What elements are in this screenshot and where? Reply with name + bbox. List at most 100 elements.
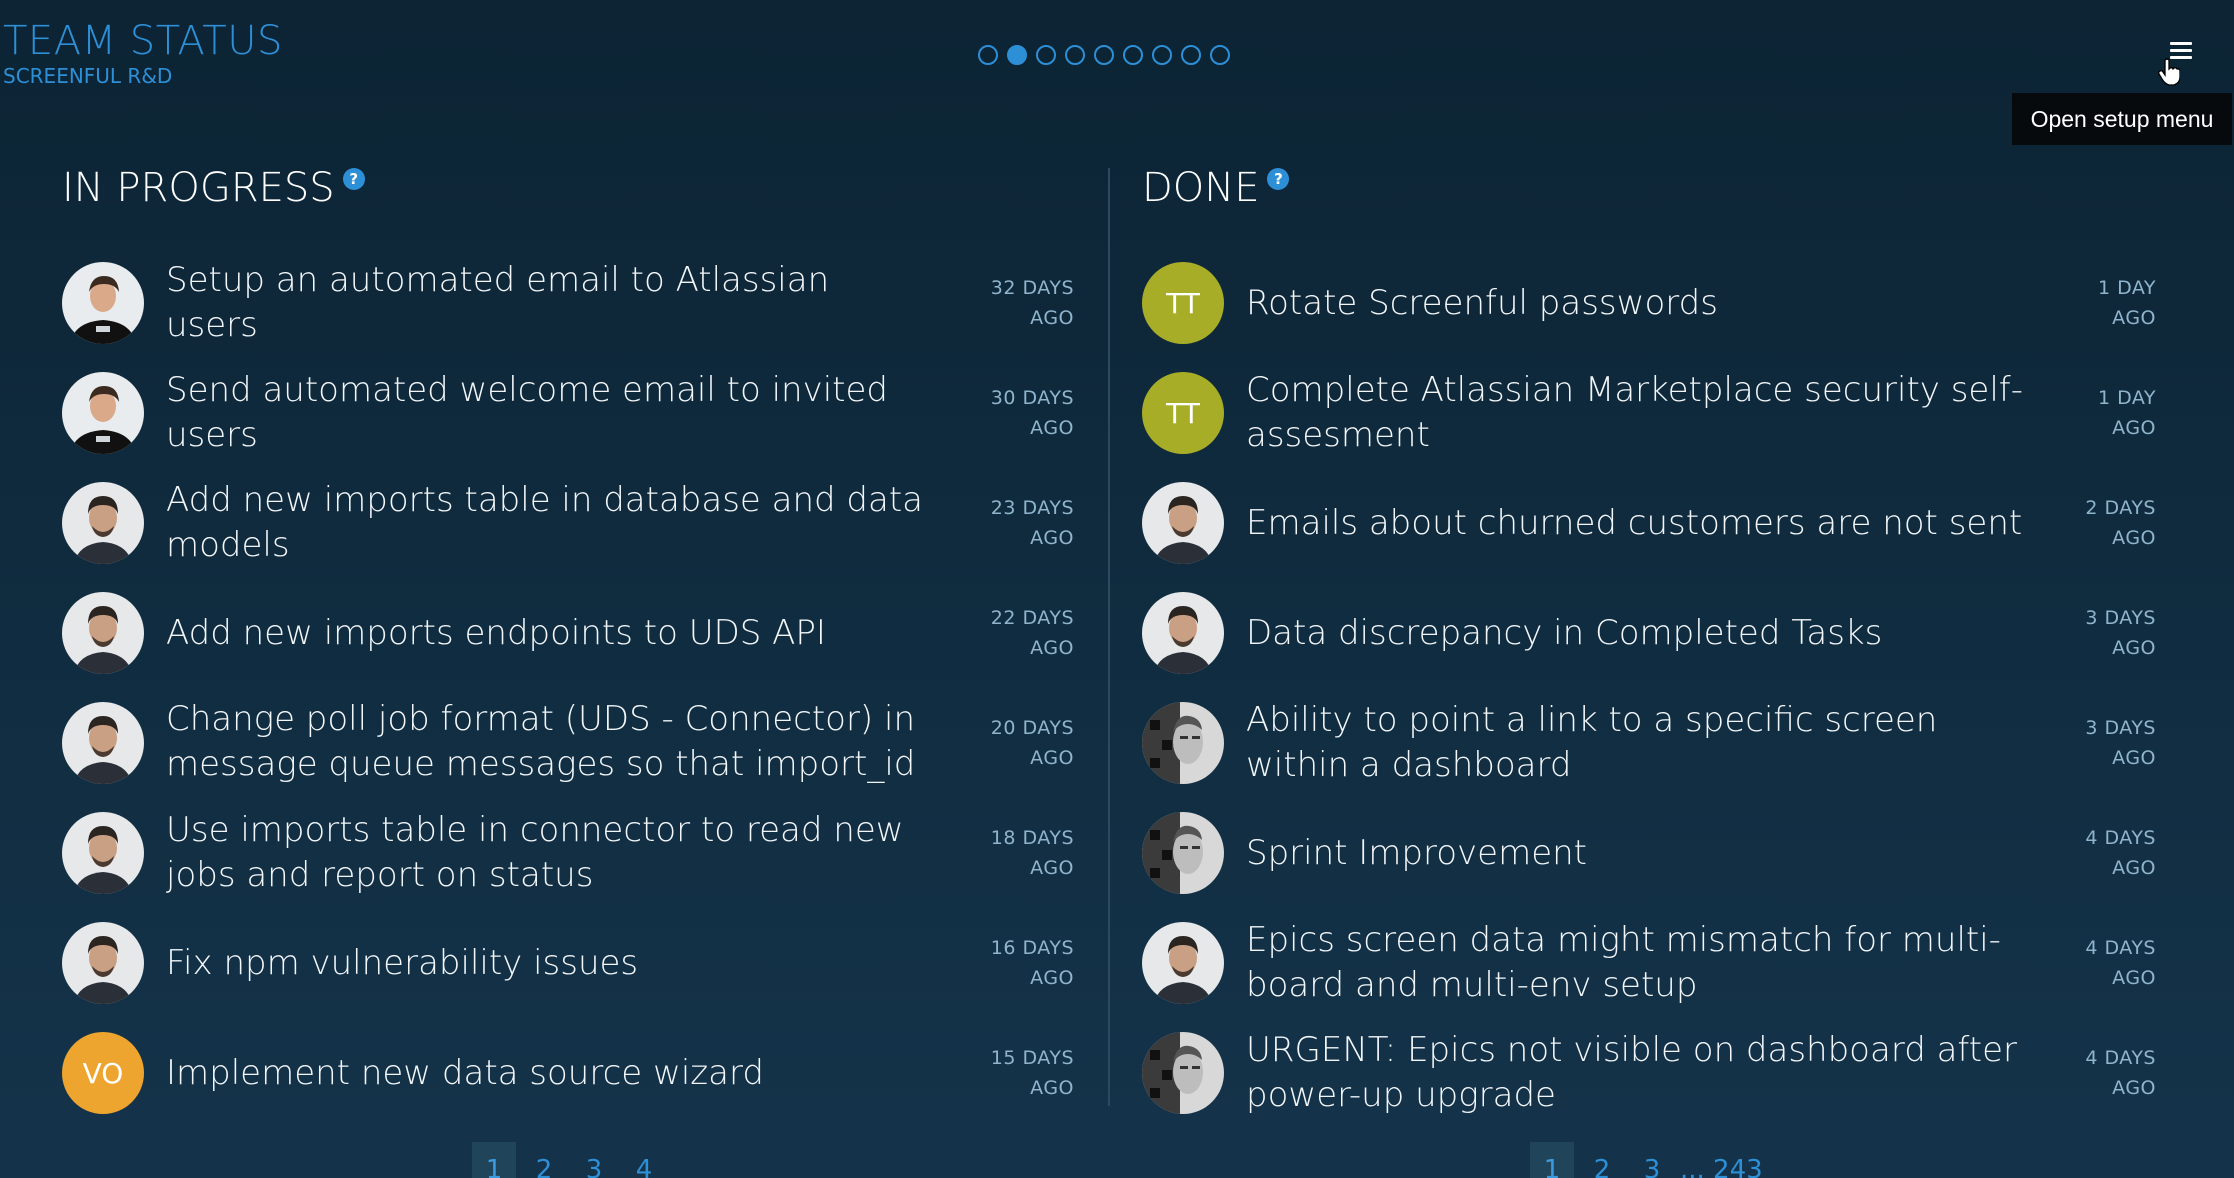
pager-dot[interactable] (1210, 45, 1230, 65)
task-title: Epics screen data might mismatch for mul… (1246, 920, 2001, 1005)
task-age: 2 DAYS AGO (2085, 497, 2156, 549)
pager-dot[interactable] (1007, 45, 1027, 65)
task-row[interactable]: Setup an automated email to Atlassian us… (62, 248, 1074, 358)
page-title: TEAM STATUS (3, 18, 283, 64)
task-age: 20 DAYS AGO (990, 717, 1074, 769)
in-progress-column: IN PROGRESS ? Setup an automated email t… (62, 160, 1074, 1128)
avatar (1142, 1032, 1224, 1114)
avatar (1142, 922, 1224, 1004)
task-age: 4 DAYS AGO (2085, 827, 2156, 879)
task-row[interactable]: Use imports table in connector to read n… (62, 798, 1074, 908)
screen-pager-dots (978, 45, 1230, 65)
task-age: 1 DAY AGO (2097, 387, 2156, 439)
task-age: 15 DAYS AGO (990, 1047, 1074, 1099)
task-row[interactable]: TT Rotate Screenful passwords 1 DAY AGO (1142, 248, 2156, 358)
in-progress-title: IN PROGRESS (62, 165, 335, 211)
page-link[interactable]: 2 (522, 1142, 566, 1178)
setup-menu-tooltip: Open setup menu (2012, 93, 2232, 145)
task-row[interactable]: Data discrepancy in Completed Tasks 3 DAY… (1142, 578, 2156, 688)
in-progress-pagination: 1234 (472, 1142, 666, 1178)
task-title: Use imports table in connector to read n… (166, 810, 904, 895)
pager-dot[interactable] (1123, 45, 1143, 65)
done-title: DONE (1142, 165, 1260, 211)
task-row[interactable]: TT Complete Atlassian Marketplace securit… (1142, 358, 2156, 468)
hand-cursor-icon (2158, 58, 2180, 86)
avatar: VO (62, 1032, 144, 1114)
task-age: 18 DAYS AGO (990, 827, 1074, 879)
task-row[interactable]: Add new imports table in database and da… (62, 468, 1074, 578)
task-title: Setup an automated email to Atlassian us… (166, 260, 830, 345)
task-row[interactable]: Ability to point a link to a specific sc… (1142, 688, 2156, 798)
avatar (62, 812, 144, 894)
done-list: TT Rotate Screenful passwords 1 DAY AGO TT Co… (1142, 248, 2156, 1128)
task-row[interactable]: Sprint Improvement 4 DAYS AGO (1142, 798, 2156, 908)
team-status-dashboard: TEAM STATUS SCREENFUL R&D Open setup men… (0, 0, 2234, 1178)
task-title: Send automated welcome email to invited … (166, 370, 888, 455)
pager-dot[interactable] (1152, 45, 1172, 65)
in-progress-heading: IN PROGRESS ? (62, 160, 1074, 216)
task-row[interactable]: Send automated welcome email to invited … (62, 358, 1074, 468)
task-title: Implement new data source wizard (166, 1052, 764, 1093)
avatar (1142, 702, 1224, 784)
page-link[interactable]: 1 (472, 1142, 516, 1178)
page-link[interactable]: 2 (1580, 1142, 1624, 1178)
pager-dot[interactable] (1094, 45, 1114, 65)
pager-dot[interactable] (978, 45, 998, 65)
help-icon[interactable]: ? (1267, 168, 1290, 190)
pager-dot[interactable] (1065, 45, 1085, 65)
pager-dot[interactable] (1036, 45, 1056, 65)
avatar (62, 482, 144, 564)
task-title: Fix npm vulnerability issues (166, 942, 639, 983)
avatar: TT (1142, 372, 1224, 454)
task-title: Sprint Improvement (1246, 832, 1587, 873)
avatar (1142, 592, 1224, 674)
task-age: 4 DAYS AGO (2085, 1047, 2156, 1099)
avatar (62, 592, 144, 674)
help-icon[interactable]: ? (342, 168, 365, 190)
avatar: TT (1142, 262, 1224, 344)
avatar (62, 372, 144, 454)
page-link[interactable]: 3 (1630, 1142, 1674, 1178)
avatar (62, 702, 144, 784)
task-row[interactable]: Fix npm vulnerability issues 16 DAYS AGO (62, 908, 1074, 1018)
task-title: Data discrepancy in Completed Tasks (1246, 612, 1883, 653)
task-age: 1 DAY AGO (2097, 277, 2156, 329)
pager-dot[interactable] (1181, 45, 1201, 65)
task-row[interactable]: VO Implement new data source wizard 15 DAY… (62, 1018, 1074, 1128)
done-heading: DONE ? (1142, 160, 2156, 216)
task-title: Complete Atlassian Marketplace security … (1246, 370, 2024, 455)
task-row[interactable]: Change poll job format (UDS - Connector)… (62, 688, 1074, 798)
in-progress-list: Setup an automated email to Atlassian us… (62, 248, 1074, 1128)
task-row[interactable]: URGENT: Epics not visible on dashboard a… (1142, 1018, 2156, 1128)
task-title: URGENT: Epics not visible on dashboard a… (1246, 1030, 2018, 1115)
task-age: 4 DAYS AGO (2085, 937, 2156, 989)
task-age: 16 DAYS AGO (990, 937, 1074, 989)
task-title: Emails about churned customers are not s… (1246, 502, 2023, 543)
page-subtitle: SCREENFUL R&D (3, 64, 173, 88)
task-age: 3 DAYS AGO (2085, 717, 2156, 769)
task-title: Add new imports endpoints to UDS API (166, 612, 826, 653)
task-row[interactable]: Epics screen data might mismatch for mul… (1142, 908, 2156, 1018)
task-age: 23 DAYS AGO (990, 497, 1074, 549)
task-age: 32 DAYS AGO (990, 277, 1074, 329)
page-link[interactable]: ... 243 (1680, 1142, 1763, 1178)
task-age: 30 DAYS AGO (990, 387, 1074, 439)
page-link[interactable]: 3 (572, 1142, 616, 1178)
task-age: 3 DAYS AGO (2085, 607, 2156, 659)
page-link[interactable]: 4 (622, 1142, 666, 1178)
avatar (1142, 482, 1224, 564)
done-column: DONE ? TT Rotate Screenful passwords 1 DAY… (1142, 160, 2156, 1128)
avatar (62, 262, 144, 344)
task-title: Ability to point a link to a specific sc… (1246, 700, 1938, 785)
page-link[interactable]: 1 (1530, 1142, 1574, 1178)
done-pagination: 1 2 3... 243 (1530, 1142, 1763, 1178)
brand: TEAM STATUS SCREENFUL R&D (3, 18, 283, 88)
task-age: 22 DAYS AGO (990, 607, 1074, 659)
task-title: Change poll job format (UDS - Connector)… (166, 699, 916, 784)
avatar (1142, 812, 1224, 894)
task-row[interactable]: Emails about churned customers are not s… (1142, 468, 2156, 578)
avatar (62, 922, 144, 1004)
task-title: Add new imports table in database and da… (166, 480, 924, 565)
column-divider (1108, 168, 1110, 1106)
task-row[interactable]: Add new imports endpoints to UDS API 22 D… (62, 578, 1074, 688)
